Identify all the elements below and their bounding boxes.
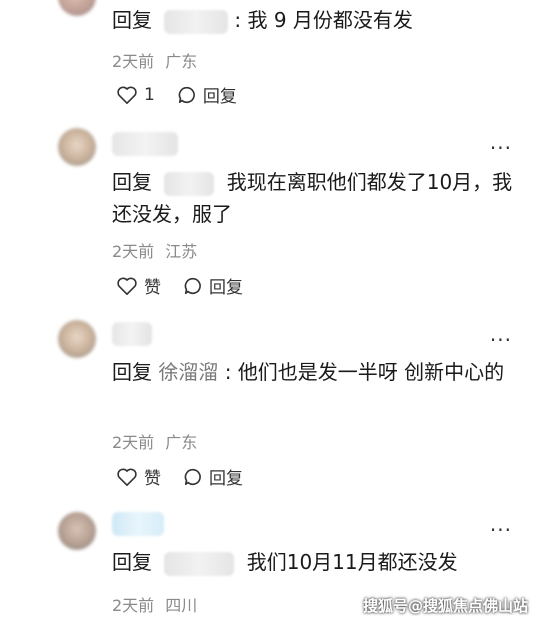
comment-time: 2天前: [112, 242, 155, 261]
comment-time: 2天前: [112, 596, 155, 615]
reply-label: 回复: [112, 8, 152, 32]
comment-location: 四川: [165, 596, 198, 615]
comment-actions: 赞 回复: [116, 273, 265, 298]
comment-time: 2天前: [112, 52, 155, 71]
reply-label: 回复: [209, 469, 243, 489]
comment-location: 广东: [165, 52, 198, 71]
heart-icon: [117, 468, 137, 486]
comment-meta: 2天前 广东: [112, 429, 197, 453]
reply-button[interactable]: 回复: [183, 464, 243, 489]
reply-button[interactable]: 回复: [177, 82, 237, 107]
speech-bubble-icon: [184, 468, 201, 485]
comment-body: 我们10月11月都还没发: [246, 550, 458, 574]
comment-text: 回复 我们10月11月都还没发: [112, 546, 522, 578]
heart-icon: [117, 86, 137, 104]
comment-actions: 赞 回复: [116, 464, 265, 489]
like-button[interactable]: 1: [116, 85, 155, 105]
heart-icon: [117, 277, 137, 295]
comment-body: 他们也是发一半呀 创新中心的: [237, 360, 505, 384]
avatar[interactable]: [58, 320, 96, 358]
avatar[interactable]: [58, 128, 96, 166]
mention-masked: [164, 9, 229, 34]
mention-masked: [164, 171, 215, 196]
like-count: 1: [144, 84, 155, 105]
comment-text: 回复 徐溜溜 : 他们也是发一半呀 创新中心的: [112, 360, 505, 384]
speech-bubble-icon: [184, 277, 201, 294]
username-masked[interactable]: [112, 512, 164, 536]
like-label: 赞: [144, 278, 161, 298]
comment-meta: 2天前 江苏: [112, 238, 197, 262]
comment-actions: 1 回复: [116, 82, 259, 107]
avatar[interactable]: [58, 512, 96, 550]
reply-label: 回复: [112, 360, 152, 384]
like-button[interactable]: 赞: [116, 464, 161, 489]
comment-location: 江苏: [165, 242, 198, 261]
comment-meta: 2天前 广东: [112, 48, 197, 72]
more-horizontal-icon[interactable]: ···: [490, 138, 512, 158]
comment-meta: 2天前 四川: [112, 592, 197, 616]
mention-name[interactable]: 徐溜溜: [158, 360, 218, 384]
more-horizontal-icon[interactable]: ···: [490, 330, 512, 350]
more-horizontal-icon[interactable]: ···: [490, 520, 512, 540]
comment-text: 回复 我现在离职他们都发了10月，我还没发，服了: [112, 166, 522, 230]
watermark: 搜狐号@搜狐焦点佛山站: [362, 597, 528, 615]
comment-text: 回复 : 我 9 月份都没有发: [112, 8, 413, 34]
avatar[interactable]: [58, 0, 96, 16]
reply-label: 回复: [202, 87, 237, 107]
comment-location: 广东: [165, 433, 198, 452]
comment-time: 2天前: [112, 433, 155, 452]
comment-body: 我 9 月份都没有发: [247, 8, 413, 32]
reply-label: 回复: [112, 170, 152, 194]
mention-masked: [164, 551, 235, 576]
reply-label: 回复: [112, 550, 152, 574]
username-masked[interactable]: [112, 132, 178, 156]
like-label: 赞: [144, 469, 161, 489]
reply-label: 回复: [209, 278, 243, 298]
reply-button[interactable]: 回复: [183, 273, 243, 298]
speech-bubble-icon: [178, 86, 195, 103]
username-masked[interactable]: [112, 322, 152, 346]
like-button[interactable]: 赞: [116, 273, 161, 298]
